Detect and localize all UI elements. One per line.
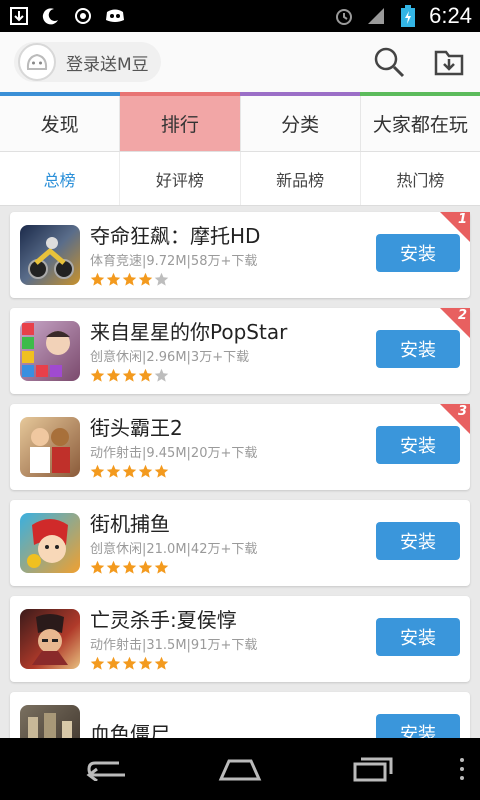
- tab-ranking[interactable]: 排行: [120, 96, 241, 151]
- app-icon: [20, 513, 80, 573]
- star-empty-icon: [154, 368, 169, 382]
- star-filled-icon: [138, 272, 153, 286]
- star-filled-icon: [90, 560, 105, 574]
- signal-icon: [365, 6, 387, 26]
- rank-badge: 1: [440, 212, 470, 242]
- status-time: 6:24: [429, 3, 472, 28]
- list-item[interactable]: 血色僵尸 安装: [10, 692, 470, 738]
- avatar: [18, 43, 56, 81]
- menu-icon[interactable]: [458, 758, 466, 780]
- download-icon: [8, 6, 30, 26]
- star-filled-icon: [138, 560, 153, 574]
- subtab-new[interactable]: 新品榜: [241, 152, 361, 205]
- install-button[interactable]: 安装: [376, 714, 460, 738]
- app-icon: [20, 609, 80, 669]
- app-icon: [20, 225, 80, 285]
- app-icon: [20, 705, 80, 738]
- install-button[interactable]: 安装: [376, 618, 460, 656]
- star-filled-icon: [106, 464, 121, 478]
- recent-apps-icon[interactable]: [343, 749, 403, 789]
- list-item[interactable]: 来自星星的你PopStar 创意休闲|2.96M|3万+下载 安装 2: [10, 308, 470, 394]
- star-filled-icon: [122, 272, 137, 286]
- star-filled-icon: [122, 464, 137, 478]
- list-item[interactable]: 街机捕鱼 创意休闲|21.0M|42万+下载 安装: [10, 500, 470, 586]
- game-icon: [104, 6, 126, 26]
- rating-stars: [90, 272, 460, 287]
- star-filled-icon: [90, 656, 105, 670]
- login-button[interactable]: 登录送M豆: [14, 42, 161, 82]
- search-icon[interactable]: [372, 45, 406, 79]
- star-filled-icon: [154, 656, 169, 670]
- list-item[interactable]: 街头霸王2 动作射击|9.45M|20万+下载 安装 3: [10, 404, 470, 490]
- star-empty-icon: [154, 272, 169, 286]
- app-list: 夺命狂飙：摩托HD 体育竞速|9.72M|58万+下载 安装 1 来自星星的你P…: [0, 206, 480, 738]
- subtab-top-rated[interactable]: 好评榜: [120, 152, 241, 205]
- star-filled-icon: [106, 560, 121, 574]
- star-filled-icon: [90, 464, 105, 478]
- app-icon: [20, 417, 80, 477]
- home-icon[interactable]: [210, 749, 270, 789]
- list-item[interactable]: 夺命狂飙：摩托HD 体育竞速|9.72M|58万+下载 安装 1: [10, 212, 470, 298]
- star-filled-icon: [106, 368, 121, 382]
- tab-categories[interactable]: 分类: [241, 96, 361, 151]
- star-filled-icon: [138, 368, 153, 382]
- moon-icon: [40, 6, 62, 26]
- category-tabs: 发现 排行 分类 大家都在玩: [0, 96, 480, 152]
- system-nav-bar: [0, 738, 480, 800]
- star-filled-icon: [154, 464, 169, 478]
- install-button[interactable]: 安装: [376, 522, 460, 560]
- star-filled-icon: [90, 272, 105, 286]
- battery-icon: [397, 5, 419, 27]
- eye-icon: [72, 6, 94, 26]
- alarm-icon: [333, 6, 355, 26]
- star-filled-icon: [90, 368, 105, 382]
- app-header: 登录送M豆: [0, 32, 480, 92]
- subtab-hot[interactable]: 热门榜: [361, 152, 480, 205]
- star-filled-icon: [122, 368, 137, 382]
- rating-stars: [90, 656, 460, 671]
- star-filled-icon: [122, 656, 137, 670]
- star-filled-icon: [122, 560, 137, 574]
- star-filled-icon: [138, 656, 153, 670]
- download-folder-icon[interactable]: [432, 45, 466, 79]
- ranking-subtabs: 总榜 好评榜 新品榜 热门榜: [0, 152, 480, 206]
- tab-discover[interactable]: 发现: [0, 96, 121, 151]
- back-icon[interactable]: [77, 749, 137, 789]
- rank-badge: 2: [440, 308, 470, 338]
- star-filled-icon: [138, 464, 153, 478]
- rank-badge: 3: [440, 404, 470, 434]
- star-filled-icon: [154, 560, 169, 574]
- subtab-overall[interactable]: 总榜: [0, 152, 121, 205]
- login-label: 登录送M豆: [66, 54, 149, 75]
- tab-popular[interactable]: 大家都在玩: [361, 96, 480, 151]
- rating-stars: [90, 368, 460, 383]
- star-filled-icon: [106, 272, 121, 286]
- rating-stars: [90, 560, 460, 575]
- status-bar: 6:24: [0, 0, 480, 32]
- app-icon: [20, 321, 80, 381]
- list-item[interactable]: 亡灵杀手:夏侯惇 动作射击|31.5M|91万+下载 安装: [10, 596, 470, 682]
- star-filled-icon: [106, 656, 121, 670]
- rating-stars: [90, 464, 460, 479]
